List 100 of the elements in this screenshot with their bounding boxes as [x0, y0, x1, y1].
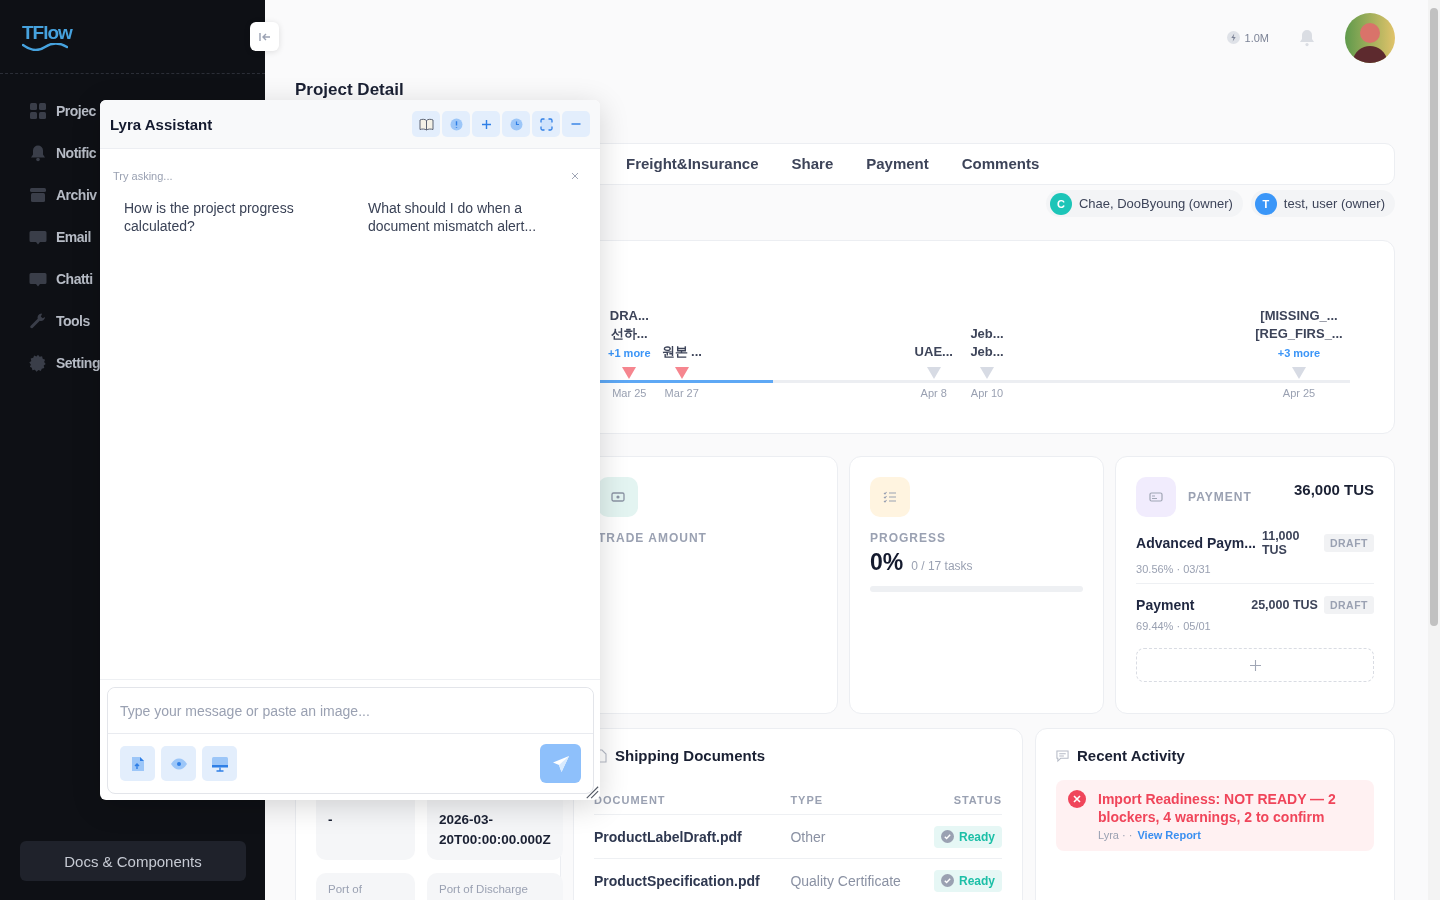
milestone-label[interactable]: [MISSING_...	[1260, 307, 1338, 325]
message-field[interactable]: Type your message or paste an image...	[107, 687, 594, 794]
upload-button[interactable]	[120, 746, 155, 781]
payment-detail: 69.44% · 05/01	[1136, 620, 1212, 632]
preview-button[interactable]	[161, 746, 196, 781]
document-name[interactable]: ProductSpecification.pdf	[594, 858, 791, 900]
milestone-date: Apr 10	[970, 387, 1004, 399]
tab[interactable]: Share	[791, 144, 834, 184]
milestone-label[interactable]: 원본 ...	[661, 343, 702, 361]
plus-button[interactable]	[472, 111, 500, 137]
message-icon	[29, 228, 47, 246]
bolt-icon	[1226, 31, 1240, 44]
milestone-label[interactable]: Jeb...	[970, 343, 1004, 361]
sidebar-item[interactable]: Email	[56, 229, 91, 245]
expand-button[interactable]	[532, 111, 560, 137]
payment-detail: 30.56% · 03/31	[1136, 563, 1212, 575]
field-label: Port of Discharge	[439, 883, 529, 895]
status-badge: DRAFT	[1323, 534, 1374, 552]
card-label: TRADE AMOUNT	[598, 531, 708, 545]
document-name[interactable]: ProductLabelDraft.pdf	[594, 814, 791, 859]
document-type: Quality Certificate	[790, 858, 922, 900]
sidebar-item[interactable]: Chatti	[56, 271, 93, 287]
tab[interactable]: Payment	[866, 144, 929, 184]
status-badge: Ready	[933, 869, 1002, 892]
notification-icon[interactable]	[1299, 28, 1315, 47]
scrollbar-thumb[interactable]	[1430, 8, 1438, 626]
archive-icon	[29, 186, 47, 204]
sidebar-item[interactable]: Notific	[56, 145, 97, 161]
card-icon	[1136, 477, 1177, 517]
owner-name: Chae, DooByoung (owner)	[1078, 196, 1233, 211]
payment-amount: 25,000 TUS	[1251, 598, 1318, 612]
payment-amount: 11,000 TUS	[1261, 529, 1301, 557]
check-icon	[940, 874, 954, 887]
sidebar-item[interactable]: Tools	[56, 313, 90, 329]
gear-icon	[29, 354, 47, 372]
milestone-label[interactable]: 선하...	[610, 325, 648, 343]
milestone-date: Apr 25	[1282, 387, 1316, 399]
book-icon	[418, 116, 434, 132]
error-icon	[1068, 790, 1086, 808]
chat-icon	[29, 270, 47, 288]
collapse-icon	[258, 31, 271, 42]
milestone-label[interactable]: [REG_FIRS_...	[1255, 325, 1343, 343]
monitor-icon	[210, 754, 229, 773]
tab[interactable]: Freight&Insurance	[626, 144, 759, 184]
column-header: TYPE	[790, 794, 922, 815]
page-title: Project Detail	[295, 80, 405, 99]
info-button[interactable]	[442, 111, 470, 137]
progress-value: 0%	[870, 549, 904, 576]
payment-name[interactable]: Advanced Paym...	[1136, 535, 1256, 551]
task-count: 0 / 17 tasks	[911, 559, 973, 573]
clock-icon	[508, 116, 524, 132]
sidebar-item[interactable]: Projec	[56, 103, 96, 119]
alert-source: Lyra · ·	[1098, 829, 1133, 841]
cash-icon	[598, 477, 638, 517]
sidebar-item[interactable]: Setting	[56, 355, 100, 371]
plus-icon	[1249, 659, 1261, 671]
minimize-button[interactable]	[562, 111, 590, 137]
milestone-label[interactable]: DRA...	[609, 307, 649, 325]
card-label: PAYMENT	[1188, 490, 1252, 504]
tab[interactable]: Comments	[961, 144, 1040, 184]
payment-total: 36,000 TUS	[1293, 481, 1374, 498]
panel-title: Lyra Assistant	[110, 115, 214, 133]
milestone-date: Mar 27	[664, 387, 699, 399]
field-label: Port of	[328, 883, 363, 895]
milestone-label[interactable]: UAE...	[914, 343, 953, 361]
add-payment-button[interactable]	[1136, 648, 1374, 682]
close-icon[interactable]	[571, 172, 579, 180]
collapse-button[interactable]	[250, 22, 279, 51]
book-button[interactable]	[412, 111, 440, 137]
avatar[interactable]	[1345, 12, 1395, 63]
clock-button[interactable]	[502, 111, 530, 137]
suggestions-heading: Try asking...	[113, 170, 173, 182]
owner-chip[interactable]: T test, user (owner)	[1250, 190, 1395, 217]
owner-initial: C	[1049, 192, 1072, 215]
screen-button[interactable]	[202, 746, 237, 781]
owner-chip[interactable]: C Chae, DooByoung (owner)	[1045, 190, 1243, 217]
alert-message: Import Readiness: NOT READY — 2 blockers, 4 warnings, 2 to confirm	[1098, 790, 1337, 826]
grid-icon	[29, 102, 47, 120]
document-type: Other	[790, 814, 922, 859]
wrench-icon	[29, 312, 47, 330]
milestone-date: Mar 25	[612, 387, 647, 399]
owner-name: test, user (owner)	[1283, 196, 1385, 211]
expand-icon	[538, 116, 554, 132]
milestone-label[interactable]: Jeb...	[970, 325, 1004, 343]
credit-balance: 1.0M	[1244, 31, 1269, 44]
card-title: Recent Activity	[1077, 747, 1185, 764]
sidebar-item[interactable]: Archiv	[56, 187, 97, 203]
logo[interactable]: TFlow	[22, 24, 72, 51]
check-icon	[940, 830, 954, 843]
owner-initial: T	[1254, 192, 1277, 215]
suggested-question[interactable]: How is the project progress calculated?	[124, 199, 368, 235]
docs-button[interactable]: Docs & Components	[20, 841, 246, 881]
send-icon	[551, 754, 570, 773]
field-value: 2026-03-20T00:00:00.000Z	[439, 811, 552, 849]
suggested-question[interactable]: What should I do when a document mismatch alert...	[368, 199, 587, 235]
checklist-icon	[870, 477, 910, 517]
column-header: DOCUMENT	[594, 794, 791, 815]
field-value: -	[328, 811, 334, 829]
payment-name[interactable]: Payment	[1136, 597, 1246, 613]
comment-icon	[1056, 748, 1069, 763]
